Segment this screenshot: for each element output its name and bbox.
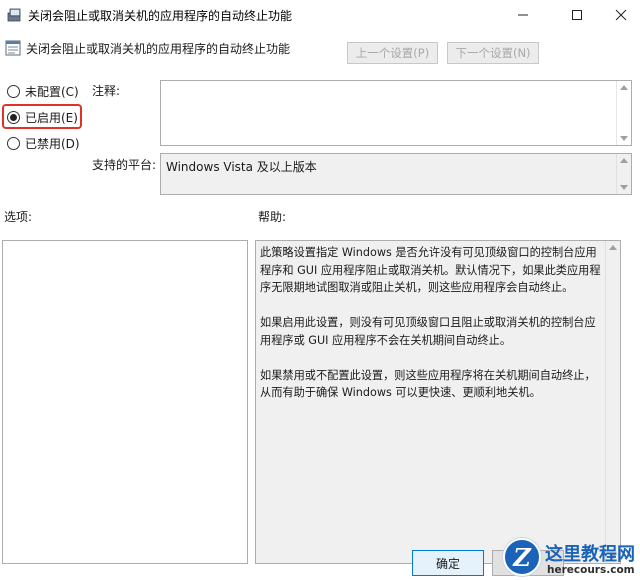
scroll-down-icon[interactable] (620, 185, 628, 190)
maximize-icon (572, 10, 582, 20)
comment-scrollbar[interactable] (616, 81, 631, 145)
platform-scrollbar[interactable] (616, 154, 631, 194)
scroll-up-icon[interactable] (620, 158, 628, 163)
title-bar: 关闭会阻止或取消关机的应用程序的自动终止功能 (0, 0, 640, 30)
minimize-button[interactable] (500, 0, 546, 30)
setting-icon (5, 40, 21, 56)
not-configured-radio[interactable]: 未配置(C) (7, 82, 79, 100)
platform-value: Windows Vista 及以上版本 (166, 160, 317, 174)
maximize-button[interactable] (554, 0, 600, 30)
scroll-down-icon[interactable] (620, 136, 628, 141)
comment-field[interactable] (160, 80, 632, 146)
watermark-title: 这里教程网 (545, 544, 635, 565)
comment-label: 注释: (92, 84, 121, 98)
options-panel (2, 240, 248, 564)
site-watermark: Z 这里教程网 herecours.com (497, 534, 640, 580)
window-title: 关闭会阻止或取消关机的应用程序的自动终止功能 (28, 9, 293, 23)
close-icon (615, 9, 627, 21)
next-setting-button[interactable]: 下一个设置(N) (447, 42, 539, 64)
enabled-radio[interactable]: 已启用(E) (7, 108, 78, 126)
radio-unchecked-icon (7, 136, 20, 150)
options-label: 选项: (4, 210, 33, 224)
enabled-label: 已启用(E) (25, 110, 78, 125)
help-paragraph: 此策略设置指定 Windows 是否允许没有可见顶级窗口的控制台应用程序和 GU… (260, 246, 601, 294)
watermark-letter: Z (513, 542, 531, 572)
not-configured-label: 未配置(C) (25, 84, 79, 99)
help-paragraph: 如果禁用或不配置此设置，则这些应用程序将在关机期间自动终止，从而有助于确保 Wi… (260, 368, 596, 400)
disabled-label: 已禁用(D) (25, 136, 80, 151)
watermark-url: herecours.com (547, 564, 635, 576)
help-paragraph: 如果启用此设置，则没有可见顶级窗口且阻止或取消关机的控制台应用程序或 GUI 应… (260, 316, 596, 347)
disabled-radio[interactable]: 已禁用(D) (7, 134, 80, 152)
radio-unchecked-icon (7, 84, 20, 98)
previous-setting-button[interactable]: 上一个设置(P) (347, 42, 438, 64)
help-scrollbar[interactable] (605, 241, 620, 563)
close-button[interactable] (598, 0, 640, 30)
minimize-icon (518, 14, 528, 16)
help-panel: 此策略设置指定 Windows 是否允许没有可见顶级窗口的控制台应用程序和 GU… (255, 240, 621, 564)
scroll-up-icon[interactable] (620, 85, 628, 90)
help-text: 此策略设置指定 Windows 是否允许没有可见顶级窗口的控制台应用程序和 GU… (260, 244, 604, 419)
group-policy-icon (7, 7, 23, 23)
platform-field: Windows Vista 及以上版本 (160, 153, 632, 195)
radio-checked-icon (7, 110, 20, 124)
setting-title: 关闭会阻止或取消关机的应用程序的自动终止功能 (26, 42, 291, 56)
scroll-up-icon[interactable] (609, 245, 617, 250)
help-label: 帮助: (258, 210, 287, 224)
platform-label: 支持的平台: (92, 158, 157, 172)
ok-button[interactable]: 确定 (412, 550, 484, 576)
